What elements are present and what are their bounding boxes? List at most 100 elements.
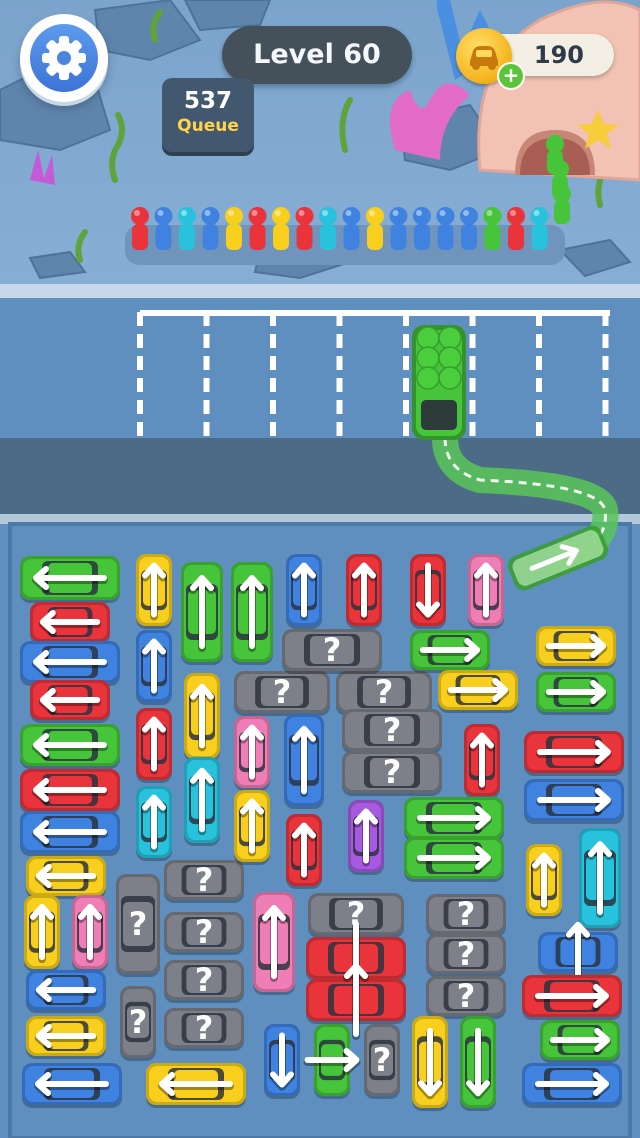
car-cyan-up[interactable]: [579, 828, 621, 931]
passenger: [131, 207, 149, 250]
car-blue-left[interactable]: [20, 811, 120, 856]
game-scene: ????????????????: [0, 0, 640, 1138]
car-gray-unknown[interactable]: ?: [426, 934, 506, 977]
car-green-left[interactable]: [20, 556, 120, 603]
car-green-down[interactable]: [460, 1016, 496, 1111]
car-red-up[interactable]: [136, 708, 172, 783]
car-green-left[interactable]: [20, 724, 120, 769]
car-yellow-up[interactable]: [234, 790, 270, 865]
car-blue-left[interactable]: [26, 970, 106, 1013]
settings-button[interactable]: [20, 14, 108, 102]
car-gray-unknown[interactable]: ?: [164, 960, 244, 1003]
mystery-icon: ?: [373, 1041, 392, 1079]
car-pink-up[interactable]: [72, 895, 108, 972]
car-blue-up[interactable]: [136, 630, 172, 705]
car-red-right[interactable]: [522, 975, 622, 1020]
car-yellow-up[interactable]: [136, 554, 172, 629]
mystery-icon: ?: [195, 961, 214, 999]
car-gray-unknown[interactable]: ?: [342, 709, 442, 754]
queue-sign: 537 Queue: [162, 78, 254, 152]
car-pink-up[interactable]: [468, 554, 504, 629]
parked-car-green: [412, 325, 466, 440]
car-red-left[interactable]: [30, 680, 110, 723]
car-yellow-left[interactable]: [26, 1016, 106, 1059]
car-gray-unknown[interactable]: ?: [364, 1024, 400, 1099]
car-blue-up[interactable]: [538, 921, 618, 986]
add-coins-button[interactable]: +: [497, 62, 525, 90]
car-gray-unknown[interactable]: ?: [234, 671, 330, 716]
passenger: [342, 207, 361, 250]
car-blue-down[interactable]: [264, 1024, 300, 1099]
mystery-icon: ?: [457, 977, 476, 1015]
car-green-right[interactable]: [536, 672, 616, 715]
car-yellow-up[interactable]: [184, 673, 220, 762]
passenger: [530, 207, 549, 250]
mystery-icon: ?: [323, 631, 342, 669]
mystery-icon: ?: [383, 753, 402, 791]
mystery-icon: ?: [195, 861, 214, 899]
car-green-up[interactable]: [231, 562, 273, 665]
parking-strip: [0, 298, 640, 438]
queue-label: Queue: [177, 116, 239, 136]
car-pink-up[interactable]: [253, 892, 295, 995]
car-yellow-up[interactable]: [24, 895, 60, 972]
mystery-icon: ?: [457, 895, 476, 933]
car-blue-right[interactable]: [524, 779, 624, 824]
passenger: [413, 207, 431, 250]
passenger: [389, 207, 408, 250]
car-purple-up[interactable]: [348, 800, 384, 875]
passenger: [460, 207, 478, 250]
passenger: [483, 207, 502, 250]
mystery-icon: ?: [383, 711, 402, 749]
car-yellow-up[interactable]: [526, 844, 562, 919]
car-gray-unknown[interactable]: ?: [120, 986, 156, 1061]
car-red-up[interactable]: [464, 724, 500, 799]
car-green-up[interactable]: [181, 562, 223, 665]
car-cyan-up[interactable]: [136, 786, 172, 861]
car-blue-up[interactable]: [286, 554, 322, 629]
mystery-icon: ?: [375, 673, 394, 711]
car-blue-right[interactable]: [522, 1063, 622, 1108]
car-gray-unknown[interactable]: ?: [164, 860, 244, 903]
car-pink-up[interactable]: [234, 716, 270, 791]
car-red-left[interactable]: [20, 769, 120, 814]
car-green-right[interactable]: [404, 837, 504, 882]
car-gray-unknown[interactable]: ?: [164, 1008, 244, 1051]
car-green-right[interactable]: [303, 1024, 361, 1099]
passenger: [201, 207, 220, 250]
car-green-right[interactable]: [410, 630, 490, 673]
passenger: [366, 207, 384, 250]
car-red-up[interactable]: [286, 814, 322, 889]
mystery-icon: ?: [129, 905, 148, 943]
passenger: [436, 207, 455, 250]
car-yellow-down[interactable]: [412, 1016, 448, 1111]
car-gray-unknown[interactable]: ?: [282, 629, 382, 674]
car-red-down[interactable]: [410, 554, 446, 629]
car-yellow-left[interactable]: [146, 1063, 246, 1108]
passenger: [507, 207, 525, 250]
car-yellow-right[interactable]: [438, 670, 518, 713]
level-label: Level 60: [222, 26, 412, 84]
wall-divider: [0, 284, 640, 298]
car-blue-left[interactable]: [20, 641, 120, 686]
car-gray-unknown[interactable]: ?: [116, 874, 160, 977]
car-red-up[interactable]: [346, 554, 382, 629]
car-green-right[interactable]: [404, 797, 504, 842]
coin-value: 190: [533, 41, 584, 69]
passenger: [295, 207, 314, 250]
car-blue-left[interactable]: [22, 1063, 122, 1108]
car-gray-unknown[interactable]: ?: [342, 751, 442, 796]
car-cyan-up[interactable]: [184, 757, 220, 846]
car-blue-up[interactable]: [284, 714, 324, 809]
car-red-right[interactable]: [524, 731, 624, 776]
passenger: [553, 185, 571, 224]
settings-button-face: [30, 24, 98, 92]
car-gray-unknown[interactable]: ?: [426, 894, 506, 937]
car-yellow-right[interactable]: [536, 626, 616, 669]
car-gray-unknown[interactable]: ?: [164, 912, 244, 955]
car-green-right[interactable]: [540, 1020, 620, 1063]
car-gray-unknown[interactable]: ?: [426, 976, 506, 1019]
car-red-left[interactable]: [30, 602, 110, 645]
car-yellow-left[interactable]: [26, 856, 106, 899]
mystery-icon: ?: [457, 935, 476, 973]
